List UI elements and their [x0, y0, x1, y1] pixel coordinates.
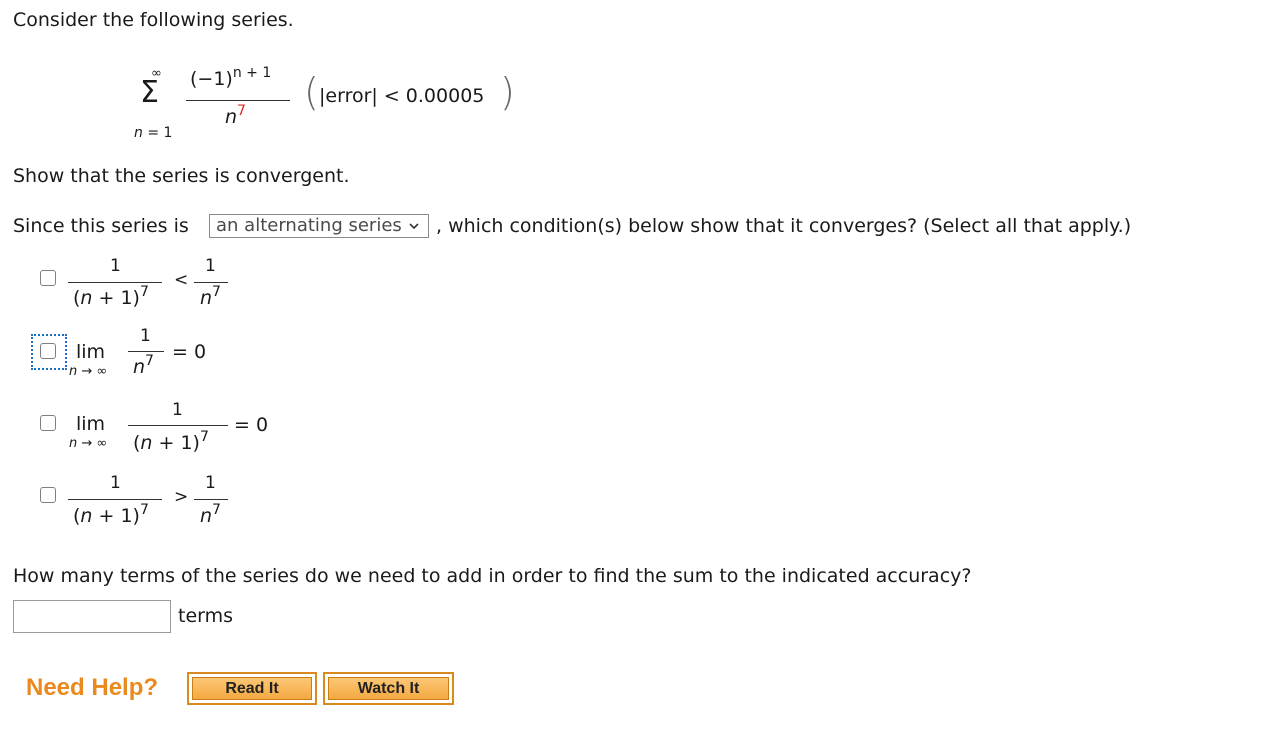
- terms-unit-label: terms: [178, 605, 234, 627]
- option-3-equals: = 0: [234, 414, 269, 436]
- option-3-numerator: 1: [172, 400, 183, 420]
- option-1-right-bar: [194, 282, 228, 283]
- series-denominator: n7: [225, 103, 246, 128]
- option-2-lim-subscript: n → ∞: [69, 364, 108, 379]
- option-1-right-numerator: 1: [205, 256, 216, 276]
- option-2-numerator: 1: [140, 326, 151, 346]
- series-numerator: (−1)n + 1: [190, 65, 272, 90]
- option-4-right-numerator: 1: [205, 473, 216, 493]
- sigma-symbol: Σ: [140, 75, 159, 110]
- need-help-label: Need Help?: [26, 674, 159, 701]
- option-1-relation: <: [174, 270, 189, 290]
- option-2-denominator: n7: [133, 353, 154, 378]
- watch-it-button[interactable]: Watch It: [323, 672, 454, 705]
- option-2-bar: [128, 351, 164, 352]
- condition-4-checkbox[interactable]: [40, 487, 56, 503]
- condition-2-checkbox[interactable]: [40, 343, 56, 359]
- series-fraction-bar: [186, 100, 290, 101]
- question-convergent: Show that the series is convergent.: [13, 165, 350, 187]
- option-1-left-denominator: (n + 1)7: [73, 284, 149, 309]
- terms-answer-input[interactable]: [13, 600, 171, 633]
- option-1-right-denominator: n7: [200, 284, 221, 309]
- chevron-down-icon: [409, 223, 419, 230]
- question-alternating-prefix: Since this series is: [13, 215, 189, 237]
- option-3-lim-subscript: n → ∞: [69, 436, 108, 451]
- condition-3-checkbox[interactable]: [40, 415, 56, 431]
- right-paren: ): [500, 70, 515, 114]
- option-4-relation: >: [174, 487, 189, 507]
- error-condition: |error| < 0.00005: [319, 85, 485, 107]
- question-alternating-suffix: , which condition(s) below show that it …: [436, 215, 1132, 237]
- option-4-right-bar: [194, 499, 228, 500]
- option-1-left-numerator: 1: [110, 256, 121, 276]
- option-4-left-bar: [68, 499, 162, 500]
- watch-it-label: Watch It: [328, 677, 449, 700]
- option-3-lim: lim: [76, 413, 106, 435]
- intro-text: Consider the following series.: [13, 9, 294, 31]
- option-2-equals: = 0: [172, 341, 207, 363]
- option-3-denominator: (n + 1)7: [133, 429, 209, 454]
- sum-lower-limit: n = 1: [134, 125, 173, 141]
- read-it-button[interactable]: Read It: [187, 672, 317, 705]
- option-4-left-denominator: (n + 1)7: [73, 502, 149, 527]
- option-3-bar: [128, 425, 228, 426]
- read-it-label: Read It: [192, 677, 312, 700]
- series-type-select[interactable]: an alternating series: [209, 214, 429, 238]
- option-2-lim: lim: [76, 341, 106, 363]
- left-paren: (: [304, 70, 319, 114]
- option-1-left-bar: [68, 282, 162, 283]
- condition-1-checkbox[interactable]: [40, 270, 56, 286]
- series-type-select-value: an alternating series: [216, 215, 402, 236]
- option-4-right-denominator: n7: [200, 502, 221, 527]
- question-terms: How many terms of the series do we need …: [13, 565, 972, 587]
- option-4-left-numerator: 1: [110, 473, 121, 493]
